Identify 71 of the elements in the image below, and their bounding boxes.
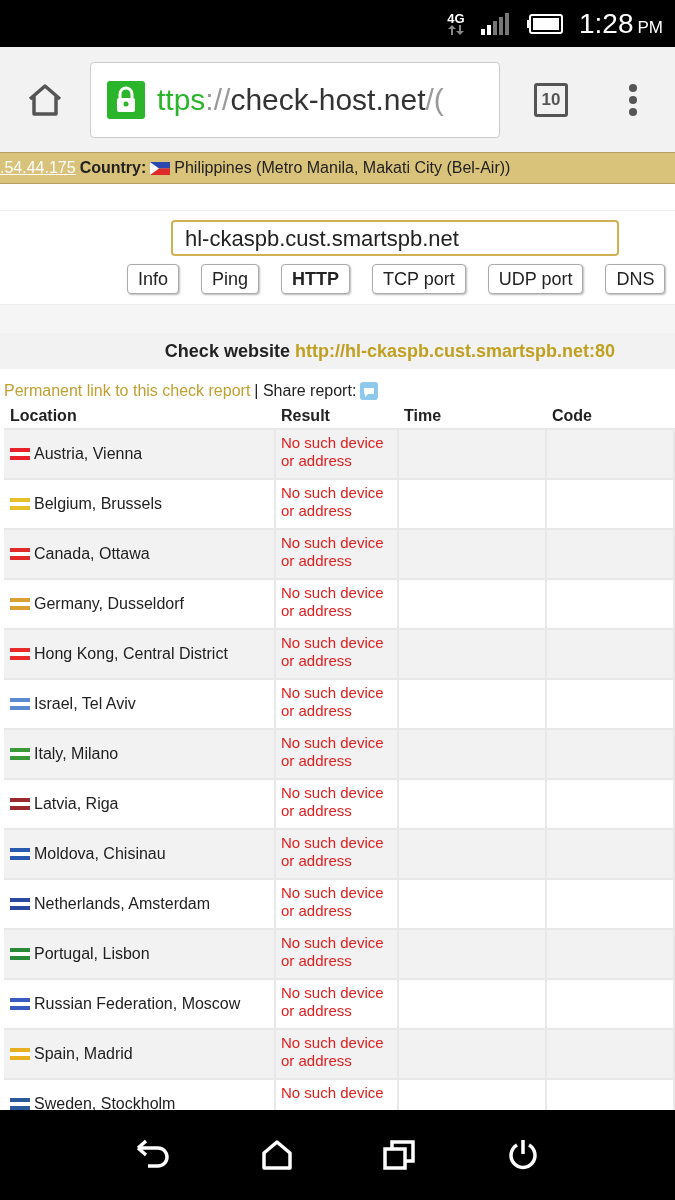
back-icon[interactable]	[135, 1139, 170, 1171]
flag-icon	[10, 1048, 30, 1060]
location-text: Russian Federation, Moscow	[34, 994, 241, 1014]
location-text: Germany, Dusseldorf	[34, 594, 184, 614]
host-input-field[interactable]: hl-ckaspb.cust.smartspb.net	[171, 220, 619, 256]
flag-icon	[10, 948, 30, 960]
result-text: No such device or address	[281, 834, 385, 870]
location-text: Spain, Madrid	[34, 1044, 133, 1064]
result-text: No such device or address	[281, 934, 385, 970]
home-icon	[27, 82, 63, 117]
location-text: Austria, Vienna	[34, 444, 143, 464]
flag-icon	[10, 798, 30, 810]
tab-count-button[interactable]: 10	[534, 82, 568, 117]
location-text: Moldova, Chisinau	[34, 844, 166, 864]
country-text: Philippines (Metro Manila, Makati City (Bel-Air))	[174, 158, 511, 178]
recent-apps-icon[interactable]	[383, 1140, 416, 1170]
country-label: Country:	[79, 158, 147, 178]
location-text: Netherlands, Amsterdam	[34, 894, 211, 914]
check-type-tab[interactable]: Info	[127, 264, 180, 294]
result-text: No such device or address	[281, 984, 385, 1020]
location-text: Italy, Milano	[34, 744, 119, 764]
menu-icon[interactable]	[628, 83, 638, 116]
result-text: No such device	[281, 1084, 385, 1102]
address-bar[interactable]: ttps://check-host.net/(	[90, 61, 500, 138]
flag-icon	[10, 1098, 30, 1110]
result-text: No such device or address	[281, 584, 385, 620]
flag-icon	[10, 748, 30, 760]
result-text: No such device or address	[281, 534, 385, 570]
column-header: Location	[4, 403, 275, 429]
result-text: No such device or address	[281, 784, 385, 820]
column-header: Result	[275, 403, 398, 429]
result-text: No such device or address	[281, 734, 385, 770]
location-text: Belgium, Brussels	[34, 494, 163, 514]
flag-icon	[10, 548, 30, 560]
location-text: Israel, Tel Aviv	[34, 694, 136, 714]
check-type-tab[interactable]: UDP port	[487, 264, 584, 294]
power-icon[interactable]	[507, 1139, 540, 1171]
flag-icon	[10, 648, 30, 660]
check-type-tab[interactable]: Ping	[201, 264, 260, 294]
check-type-tab[interactable]: TCP port	[372, 264, 466, 294]
column-header: Code	[546, 403, 674, 429]
flag-icon	[10, 598, 30, 610]
battery-icon	[527, 13, 563, 34]
check-type-tab[interactable]: DNS	[605, 264, 666, 294]
result-text: No such device or address	[281, 634, 385, 670]
share-label: | Share report:	[254, 381, 357, 401]
flag-icon	[10, 498, 30, 510]
result-text: No such device or address	[281, 434, 385, 470]
flag-icon	[10, 998, 30, 1010]
signal-icon	[481, 12, 511, 35]
flag-icon	[10, 898, 30, 910]
result-text: No such device or address	[281, 884, 385, 920]
flag-icon	[10, 448, 30, 460]
column-header: Time	[398, 403, 546, 429]
check-title: Check website	[164, 340, 290, 361]
check-type-tab[interactable]: HTTP	[281, 264, 351, 294]
url-text: ttps://check-host.net/(	[157, 82, 444, 118]
flag-icon	[150, 161, 171, 175]
clock-ampm: PM	[637, 16, 663, 39]
location-text: Latvia, Riga	[34, 794, 119, 814]
result-text: No such device or address	[281, 1034, 385, 1070]
result-text: No such device or address	[281, 684, 385, 720]
clock-time: 1:28	[579, 6, 634, 41]
flag-icon	[10, 848, 30, 860]
location-text: Hong Kong, Central District	[34, 644, 228, 664]
location-text: Portugal, Lisbon	[34, 944, 150, 964]
lock-icon	[107, 80, 145, 119]
flag-icon	[10, 698, 30, 710]
home-icon[interactable]	[261, 1140, 292, 1170]
location-text: Canada, Ottawa	[34, 544, 150, 564]
result-text: No such device or address	[281, 484, 385, 520]
